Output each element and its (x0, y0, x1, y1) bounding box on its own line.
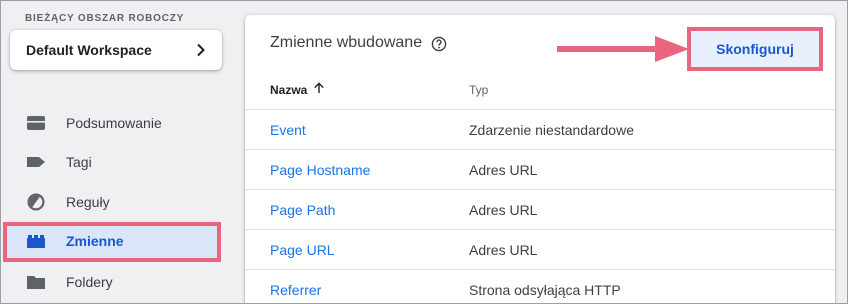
workspace-name: Default Workspace (26, 42, 152, 58)
sidebar-item-label: Tagi (66, 154, 92, 170)
table-row: Page Hostname Adres URL (245, 149, 835, 189)
tag-icon (27, 157, 45, 167)
table-row: Page URL Adres URL (245, 229, 835, 269)
variable-type: Zdarzenie niestandardowe (469, 122, 634, 138)
annotation-arrow-icon (557, 36, 689, 62)
table-header: Nazwa Typ (245, 69, 835, 109)
sidebar-item-podsumowanie[interactable]: Podsumowanie (1, 103, 233, 143)
sidebar-item-label: Foldery (66, 274, 113, 290)
variable-name-link[interactable]: Event (270, 122, 306, 138)
builtin-variables-card: Zmienne wbudowane Skonfiguruj Nazwa Typ … (245, 15, 835, 303)
page-title: Zmienne wbudowane (270, 34, 423, 51)
workspace-selector[interactable]: Default Workspace (10, 30, 222, 70)
variable-type: Adres URL (469, 202, 538, 218)
table-row: Referrer Strona odsyłająca HTTP (245, 269, 835, 303)
variable-type: Adres URL (469, 242, 538, 258)
folder-icon (27, 276, 45, 289)
variable-name-link[interactable]: Page Path (270, 202, 335, 218)
help-icon[interactable] (431, 36, 447, 52)
sidebar-item-label: Zmienne (66, 233, 124, 249)
app-frame: BIEŻĄCY OBSZAR ROBOCZY Default Workspace… (0, 0, 848, 304)
column-header-type: Typ (469, 83, 489, 97)
arrow-up-icon[interactable] (313, 82, 325, 94)
chevron-right-icon (197, 43, 205, 57)
trigger-icon (27, 193, 45, 211)
configure-highlight: Skonfiguruj (687, 27, 823, 71)
sidebar-item-foldery[interactable]: Foldery (1, 262, 233, 302)
table-row: Page Path Adres URL (245, 189, 835, 229)
workspace-label: BIEŻĄCY OBSZAR ROBOCZY (25, 13, 185, 24)
variable-name-link[interactable]: Referrer (270, 282, 321, 298)
variable-type: Adres URL (469, 162, 538, 178)
variable-name-link[interactable]: Page Hostname (270, 162, 370, 178)
table-row: Event Zdarzenie niestandardowe (245, 109, 835, 149)
sidebar-item-label: Podsumowanie (66, 115, 162, 131)
sidebar-item-reguly[interactable]: Reguły (1, 182, 233, 222)
sidebar-item-label: Reguły (66, 194, 110, 210)
column-header-name[interactable]: Nazwa (270, 83, 307, 97)
briefcase-icon (27, 116, 45, 130)
sidebar-item-tagi[interactable]: Tagi (1, 142, 233, 182)
variable-type: Strona odsyłająca HTTP (469, 282, 621, 298)
configure-button[interactable]: Skonfiguruj (691, 31, 819, 67)
variable-name-link[interactable]: Page URL (270, 242, 335, 258)
sidebar: BIEŻĄCY OBSZAR ROBOCZY Default Workspace… (1, 1, 233, 303)
sidebar-item-zmienne[interactable]: Zmienne (1, 221, 233, 262)
variables-icon (27, 235, 45, 248)
